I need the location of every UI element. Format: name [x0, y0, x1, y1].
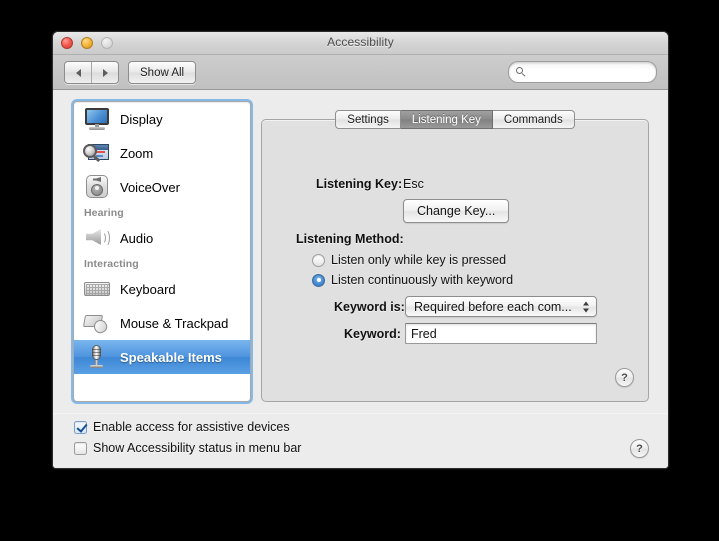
tab-listening-key[interactable]: Listening Key [400, 110, 493, 129]
tab-label: Listening Key [411, 113, 481, 126]
accessibility-preferences-window: Accessibility Show All Display Zoom Voic… [52, 31, 669, 469]
sidebar-item-label: Speakable Items [120, 349, 222, 365]
window-titlebar: Accessibility [53, 32, 668, 55]
keyword-is-label: Keyword is: [334, 300, 405, 314]
checkbox-label: Enable access for assistive devices [93, 420, 290, 434]
checkbox-checked-icon [74, 420, 87, 434]
forward-button[interactable] [91, 62, 118, 83]
zoom-magnifier-icon [82, 140, 112, 166]
preferences-toolbar: Show All [53, 55, 668, 90]
sidebar-item-label: Mouse & Trackpad [120, 315, 229, 331]
radio-label: Listen only while key is pressed [331, 253, 507, 267]
sidebar-item-label: Audio [120, 230, 154, 246]
change-key-label: Change Key... [417, 204, 496, 218]
sidebar-item-label: VoiceOver [120, 179, 180, 195]
panel-help-button[interactable]: ? [615, 368, 634, 387]
tab-commands[interactable]: Commands [492, 110, 575, 129]
tab-label: Settings [347, 113, 389, 126]
help-label: ? [621, 371, 628, 384]
help-label: ? [636, 442, 643, 455]
sidebar-item-keyboard[interactable]: Keyboard [74, 272, 250, 306]
sidebar-item-voiceover[interactable]: VoiceOver [74, 170, 250, 204]
sidebar-item-audio[interactable]: Audio [74, 221, 250, 255]
radio-listen-continuously[interactable]: Listen continuously with keyword [312, 273, 513, 287]
listening-method-label: Listening Method: [296, 232, 404, 246]
search-input[interactable] [531, 65, 645, 79]
display-icon [82, 106, 112, 132]
keyword-is-value: Required before each com... [414, 299, 572, 314]
keyword-is-popup[interactable]: Required before each com... [405, 296, 597, 317]
chevron-left-icon [75, 68, 81, 77]
footer-divider [53, 413, 668, 414]
sidebar-item-label: Display [120, 111, 163, 127]
chevron-right-icon [102, 68, 108, 77]
speaker-icon [82, 225, 112, 251]
voiceover-icon [82, 174, 112, 200]
mouse-trackpad-icon [82, 310, 112, 336]
sidebar-item-mouse-trackpad[interactable]: Mouse & Trackpad [74, 306, 250, 340]
show-all-button[interactable]: Show All [128, 61, 197, 84]
change-key-button[interactable]: Change Key... [403, 199, 510, 223]
keyboard-icon [82, 276, 112, 302]
back-button[interactable] [65, 62, 91, 83]
listening-key-panel: Listening Key: Esc Change Key... Listeni… [261, 119, 649, 402]
navigation-buttons [64, 61, 119, 84]
sidebar-item-zoom[interactable]: Zoom [74, 136, 250, 170]
checkbox-enable-assistive-devices[interactable]: Enable access for assistive devices [74, 420, 290, 434]
sidebar-item-display[interactable]: Display [74, 102, 250, 136]
desktop-background: Accessibility Show All Display Zoom Voic… [0, 0, 719, 541]
search-icon [516, 66, 527, 78]
checkbox-label: Show Accessibility status in menu bar [93, 441, 302, 455]
window-body: Display Zoom VoiceOver Hearing Audio Int… [53, 90, 668, 468]
listening-key-label: Listening Key: [316, 177, 403, 191]
window-help-button[interactable]: ? [630, 439, 649, 458]
keyword-label: Keyword: [344, 327, 401, 341]
listening-key-value: Esc [403, 177, 424, 191]
keyword-input[interactable] [405, 323, 597, 344]
checkbox-unchecked-icon [74, 441, 87, 455]
chevron-updown-icon [583, 300, 590, 313]
sidebar-group-interacting: Interacting [84, 258, 139, 270]
sidebar-item-speakable-items[interactable]: Speakable Items [74, 340, 250, 374]
tab-settings[interactable]: Settings [335, 110, 401, 129]
radio-button-icon [312, 253, 325, 267]
accessibility-feature-list[interactable]: Display Zoom VoiceOver Hearing Audio Int… [73, 101, 251, 402]
show-all-label: Show All [140, 66, 185, 79]
main-content-area: Settings Listening Key Commands Listenin… [261, 101, 649, 402]
checkbox-show-status-menu-bar[interactable]: Show Accessibility status in menu bar [74, 441, 301, 455]
microphone-icon [82, 344, 112, 370]
window-title: Accessibility [327, 35, 394, 49]
sidebar-item-label: Zoom [120, 145, 154, 161]
radio-label: Listen continuously with keyword [331, 273, 514, 287]
sidebar-item-label: Keyboard [120, 281, 176, 297]
radio-button-selected-icon [312, 273, 325, 287]
tab-label: Commands [503, 113, 563, 126]
sidebar-group-hearing: Hearing [84, 207, 124, 219]
search-field[interactable] [508, 61, 657, 83]
radio-listen-while-pressed[interactable]: Listen only while key is pressed [312, 253, 506, 267]
